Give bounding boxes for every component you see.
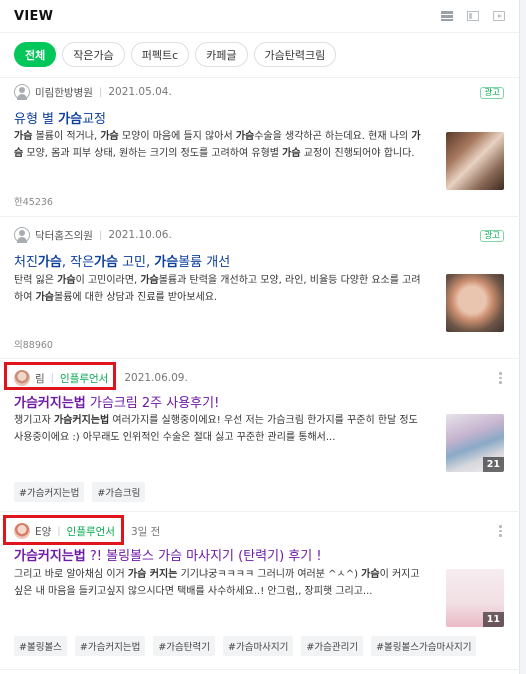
result-thumbnail[interactable] xyxy=(446,132,504,190)
tab-perfect-c[interactable]: 퍼펙트c xyxy=(130,42,190,67)
card-meta: 미림한방병원 | 2021.05.04. xyxy=(14,84,172,100)
result-title[interactable]: 유형 별 가슴교정 xyxy=(14,108,106,127)
more-options-icon[interactable] xyxy=(499,372,502,386)
avatar[interactable] xyxy=(14,84,30,100)
view-panel: VIEW 전체 작은가슴 퍼펙트c 카페글 가슴탄력크림 미림한방병원 | 20… xyxy=(0,0,520,674)
card-meta: 닥터홈즈의원 | 2021.10.06. xyxy=(14,227,172,243)
highlight-box-influencer xyxy=(3,515,124,545)
hashtag[interactable]: #가슴관리기 xyxy=(301,636,364,656)
result-thumbnail[interactable]: 21 xyxy=(446,414,504,472)
hashtag[interactable]: #가슴탄력기 xyxy=(153,636,215,656)
thumbnail-view-icon[interactable] xyxy=(467,11,479,21)
filter-tabs: 전체 작은가슴 퍼펙트c 카페글 가슴탄력크림 xyxy=(0,33,519,78)
tab-all[interactable]: 전체 xyxy=(14,42,57,67)
result-title[interactable]: 가슴커지는법 가슴크림 2주 사용후기! xyxy=(14,392,219,411)
avatar[interactable] xyxy=(14,227,30,243)
source-code: 한45236 xyxy=(14,197,53,208)
hashtag[interactable]: #가슴크림 xyxy=(92,482,146,502)
view-header: VIEW xyxy=(0,0,519,33)
image-count-badge: 21 xyxy=(482,457,504,472)
hashtag[interactable]: #볼링볼스 xyxy=(14,636,67,656)
result-description[interactable]: 탄력 잃은 가슴이 고민이라면, 가슴볼륨과 탄력을 개선하고 모양, 라인, … xyxy=(14,273,426,306)
video-view-icon[interactable] xyxy=(493,11,505,21)
tab-cafe-posts[interactable]: 카페글 xyxy=(195,42,248,67)
title-text: 유형 별 xyxy=(14,112,59,127)
ad-badge: 광고 xyxy=(480,230,504,242)
post-date: 3일 전 xyxy=(130,525,161,538)
post-date: 2021.10.06. xyxy=(108,229,172,241)
hashtag[interactable]: #가슴마사지기 xyxy=(223,636,294,656)
result-title[interactable]: 처진가슴, 작은가슴 고민, 가슴볼륨 개선 xyxy=(14,251,230,270)
result-thumbnail[interactable] xyxy=(446,274,504,332)
view-mode-switcher xyxy=(441,11,505,21)
post-date: 2021.05.04. xyxy=(108,86,172,98)
tag-list: #볼링볼스 #가슴커지는법 #가슴탄력기 #가슴마사지기 #가슴관리기 #볼링볼… xyxy=(14,636,477,656)
result-description[interactable]: 가슴 볼륨이 적거나, 가슴 모양이 마음에 들지 않아서 가슴수술을 생각하곤… xyxy=(14,129,426,162)
divider: | xyxy=(98,86,103,98)
tab-small-chest[interactable]: 작은가슴 xyxy=(62,42,125,67)
ad-badge: 광고 xyxy=(480,87,504,99)
image-count-badge: 11 xyxy=(482,612,504,627)
result-description[interactable]: 그리고 바로 알아채심 이거 가슴 커지는 기기냐궁ㅋㅋㅋㅋ 그러니까 여러분 … xyxy=(14,567,426,600)
result-title[interactable]: 가슴커지는법 ?! 볼링볼스 가슴 마사지기 (탄력기) 후기 ! xyxy=(14,545,322,564)
hashtag[interactable]: #볼링볼스가슴마사지기 xyxy=(371,636,477,656)
author-name[interactable]: 미림한방병원 xyxy=(35,85,93,100)
tab-firming-cream[interactable]: 가슴탄력크림 xyxy=(253,42,337,67)
divider: | xyxy=(98,229,103,241)
more-options-icon[interactable] xyxy=(499,525,502,539)
result-thumbnail[interactable]: 11 xyxy=(446,569,504,627)
hashtag[interactable]: #가슴커지는법 xyxy=(74,636,146,656)
highlight-box-influencer xyxy=(4,362,116,390)
tag-list: #가슴커지는법 #가슴크림 xyxy=(14,482,146,502)
section-title: VIEW xyxy=(14,8,54,24)
list-view-icon[interactable] xyxy=(441,11,453,21)
hashtag[interactable]: #가슴커지는법 xyxy=(14,482,85,502)
title-text-end: 교정 xyxy=(82,112,106,127)
title-highlight: 가슴 xyxy=(58,112,83,127)
result-card: 닥터홈즈의원 | 2021.10.06. 광고 처진가슴, 작은가슴 고민, 가… xyxy=(0,217,520,359)
result-card: 미림한방병원 | 2021.05.04. 광고 유형 별 가슴교정 가슴 볼륨이… xyxy=(0,77,520,217)
source-code: 의88960 xyxy=(14,340,53,351)
result-description[interactable]: 챙기고자 가슴커지는법 여러가지를 실행중이에요! 우선 저는 가슴크림 한가지… xyxy=(14,413,426,446)
post-date: 2021.06.09. xyxy=(124,372,188,384)
author-name[interactable]: 닥터홈즈의원 xyxy=(35,228,93,243)
